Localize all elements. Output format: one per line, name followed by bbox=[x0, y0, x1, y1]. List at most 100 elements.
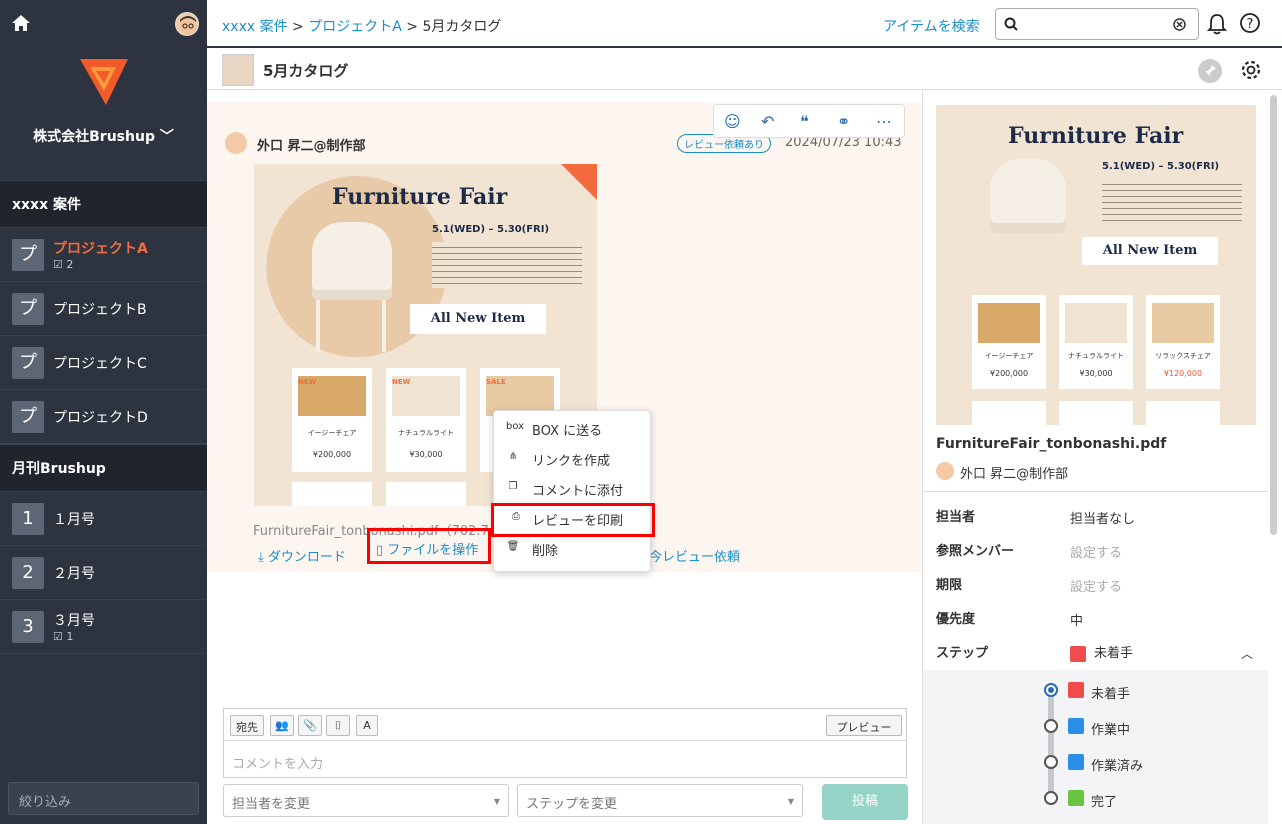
company-switcher[interactable]: 株式会社Brushup ﹀ bbox=[0, 126, 207, 146]
project-badge: プ bbox=[12, 293, 44, 325]
members-icon[interactable]: 👥 bbox=[270, 715, 294, 736]
breadcrumb-separator: > bbox=[287, 19, 309, 35]
sidebar: 株式会社Brushup ﹀ xxxx 案件 プ プロジェクトA ☑ 2 プ プロ… bbox=[0, 0, 207, 824]
assign-corner-icon[interactable] bbox=[561, 164, 597, 200]
step-select[interactable]: ステップを変更 ▼ bbox=[517, 784, 803, 817]
deadline-label: 期限 bbox=[936, 578, 963, 593]
file-title: FurnitureFair_tonbonashi.pdf bbox=[936, 436, 1167, 452]
menu-item-create-link[interactable]: ⋔ リンクを作成 bbox=[494, 444, 652, 474]
brushup-logo bbox=[80, 59, 128, 105]
sidebar-section-project[interactable]: xxxx 案件 bbox=[0, 180, 207, 228]
copy-icon: ❐ bbox=[508, 481, 518, 492]
review-request-link[interactable]: 今レビュー依頼 bbox=[649, 546, 740, 565]
user-avatar[interactable] bbox=[175, 12, 199, 36]
breadcrumb-project-group[interactable]: xxxx 案件 bbox=[222, 19, 288, 35]
deadline-setting[interactable]: 設定する bbox=[1070, 576, 1122, 595]
author-name: 外口 昇二@制作部 bbox=[960, 467, 1069, 482]
post-toolbar: ☺ ↶ ❝ ⚭ ⋯ bbox=[713, 104, 905, 138]
submit-button[interactable]: 投稿 bbox=[822, 784, 908, 820]
issue-badge: 1 bbox=[12, 503, 44, 535]
box-icon: box bbox=[506, 421, 525, 432]
sidebar-item-issue-3[interactable]: 3 ３月号 ☑ 1 bbox=[0, 600, 207, 654]
issue-badge: 2 bbox=[12, 557, 44, 589]
catalog-dates: 5.1(WED) – 5.30(FRI) bbox=[432, 224, 550, 235]
step-list: 未着手 作業中 作業済み 完了 bbox=[923, 670, 1268, 824]
help-icon[interactable]: ? bbox=[1239, 12, 1261, 34]
gear-icon[interactable] bbox=[1239, 58, 1263, 82]
radio[interactable] bbox=[1044, 755, 1058, 769]
divider bbox=[923, 491, 1268, 492]
mention-button[interactable]: 宛先 bbox=[230, 715, 264, 736]
radio[interactable] bbox=[1044, 719, 1058, 733]
svg-text:?: ? bbox=[1247, 17, 1254, 32]
catalog-title-text: Furniture Fair bbox=[332, 184, 508, 210]
priority-value[interactable]: 中 bbox=[1070, 610, 1083, 629]
breadcrumb: xxxx 案件 > プロジェクトA > 5月カタログ bbox=[222, 16, 501, 36]
menu-item-print-review[interactable]: ⎙ レビューを印刷 bbox=[491, 503, 655, 537]
menu-item-attach-comment[interactable]: ❐ コメントに添付 bbox=[494, 474, 652, 504]
link-icon[interactable]: ⚭ bbox=[837, 112, 850, 131]
radio-selected[interactable] bbox=[1044, 683, 1058, 697]
author-name: 外口 昇二@制作部 bbox=[257, 139, 366, 154]
item-detail-panel: Furniture Fair 5.1(WED) – 5.30(FRI) All … bbox=[922, 90, 1282, 824]
home-icon[interactable] bbox=[10, 12, 32, 34]
item-search-link[interactable]: アイテムを検索 bbox=[883, 16, 980, 36]
sidebar-item-label: プロジェクトB bbox=[53, 302, 147, 318]
bell-icon[interactable] bbox=[1207, 13, 1227, 35]
top-bar: xxxx 案件 > プロジェクトA > 5月カタログ アイテムを検索 ? bbox=[207, 0, 1282, 48]
priority-label: 優先度 bbox=[936, 612, 976, 627]
attach-icon[interactable]: 📎 bbox=[298, 715, 322, 736]
chevron-down-icon: ▼ bbox=[787, 797, 794, 806]
comment-composer: 宛先 👥 📎 ⌷ A プレビュー コメントを入力 bbox=[223, 708, 907, 778]
scrollbar[interactable] bbox=[1270, 95, 1277, 535]
item-title: 5月カタログ bbox=[263, 62, 349, 80]
breadcrumb-current: 5月カタログ bbox=[422, 19, 502, 35]
radio[interactable] bbox=[1044, 791, 1058, 805]
sidebar-section-magazine[interactable]: 月刊Brushup bbox=[0, 444, 207, 492]
file-icon: ▯ bbox=[376, 543, 384, 558]
camera-icon[interactable]: ⌷ bbox=[326, 715, 350, 736]
file-operation-button[interactable]: ▯ ファイルを操作 bbox=[367, 528, 491, 564]
breadcrumb-project[interactable]: プロジェクトA bbox=[308, 19, 402, 35]
filter-input[interactable]: 絞り込み bbox=[8, 782, 199, 815]
assignee-value[interactable]: 担当者なし bbox=[1070, 508, 1135, 527]
pin-icon[interactable] bbox=[1198, 59, 1222, 83]
printer-icon: ⎙ bbox=[512, 511, 520, 522]
reaction-icon[interactable]: ☺ bbox=[724, 112, 741, 131]
menu-item-send-box[interactable]: box BOX に送る bbox=[494, 414, 652, 444]
breadcrumb-separator: > bbox=[401, 19, 423, 35]
search-input[interactable] bbox=[995, 8, 1199, 40]
menu-item-delete[interactable]: 🗑 削除 bbox=[494, 534, 652, 564]
download-link[interactable]: ⤓ ダウンロード bbox=[258, 546, 346, 565]
comment-input[interactable]: コメントを入力 bbox=[232, 753, 323, 772]
catalog-banner: All New Item bbox=[410, 304, 546, 334]
sidebar-item-project-b[interactable]: プ プロジェクトB bbox=[0, 282, 207, 336]
members-setting[interactable]: 設定する bbox=[1070, 542, 1122, 561]
sidebar-item-issue-1[interactable]: 1 １月号 bbox=[0, 492, 207, 546]
clear-icon[interactable] bbox=[1173, 18, 1186, 31]
text-format-button[interactable]: A bbox=[356, 715, 378, 736]
task-count: ☑ 1 bbox=[53, 630, 74, 643]
sidebar-item-label: プロジェクトA bbox=[53, 241, 148, 257]
sidebar-item-label: ２月号 bbox=[53, 566, 95, 582]
sidebar-item-project-a[interactable]: プ プロジェクトA ☑ 2 bbox=[0, 228, 207, 282]
sidebar-item-issue-2[interactable]: 2 ２月号 bbox=[0, 546, 207, 600]
file-preview[interactable]: Furniture Fair 5.1(WED) – 5.30(FRI) All … bbox=[936, 105, 1256, 425]
preview-button[interactable]: プレビュー bbox=[826, 715, 902, 736]
comment-thread: 外口 昇二@制作部 レビュー依頼あり 2024/07/23 10:43 Furn… bbox=[207, 90, 921, 824]
task-count: ☑ 2 bbox=[53, 258, 74, 271]
project-badge: プ bbox=[12, 401, 44, 433]
step-value[interactable]: 未着手 bbox=[1070, 642, 1133, 662]
assignee-select[interactable]: 担当者を変更 ▼ bbox=[223, 784, 509, 817]
sidebar-item-project-d[interactable]: プ プロジェクトD bbox=[0, 390, 207, 444]
more-icon[interactable]: ⋯ bbox=[876, 112, 892, 131]
quote-icon[interactable]: ❝ bbox=[800, 112, 809, 131]
item-header: 5月カタログ bbox=[207, 50, 1282, 90]
reply-icon[interactable]: ↶ bbox=[761, 112, 774, 131]
sidebar-item-project-c[interactable]: プ プロジェクトC bbox=[0, 336, 207, 390]
trash-icon: 🗑 bbox=[506, 541, 520, 552]
chevron-up-icon[interactable]: ︿ bbox=[1241, 645, 1253, 662]
sidebar-item-label: ３月号 bbox=[53, 613, 95, 629]
project-badge: プ bbox=[12, 347, 44, 379]
status-color bbox=[1070, 645, 1086, 662]
